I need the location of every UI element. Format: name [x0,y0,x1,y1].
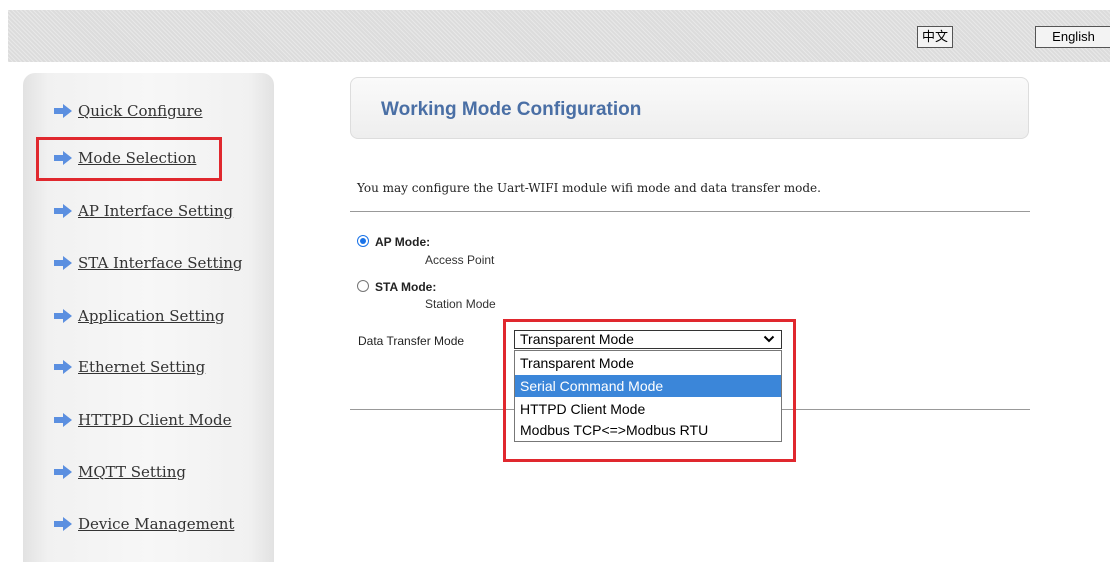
page-title: Working Mode Configuration [381,99,642,120]
page-description: You may configure the Uart-WIFI module w… [357,181,821,195]
dropdown-highlight [503,319,796,462]
sidebar-item-device-management[interactable]: Device Management [53,514,234,534]
sta-mode-radio[interactable] [357,280,369,292]
ap-mode-sublabel: Access Point [425,253,495,267]
arrow-right-icon [54,413,72,427]
language-english-button[interactable]: English [1035,26,1110,48]
page-title-panel: Working Mode Configuration [350,77,1029,139]
sidebar-item-label: AP Interface Setting [78,202,234,220]
divider [350,211,1030,212]
arrow-right-icon [54,256,72,270]
arrow-right-icon [54,360,72,374]
sidebar-item-quick-configure[interactable]: Quick Configure [53,101,203,121]
sta-mode-label: STA Mode: [375,280,437,294]
arrow-right-icon [54,104,72,118]
arrow-right-icon [54,517,72,531]
sidebar-item-mqtt[interactable]: MQTT Setting [53,462,186,482]
sidebar-item-label: Application Setting [78,307,225,325]
sidebar-item-label: Quick Configure [78,102,203,120]
sidebar-item-label: MQTT Setting [78,463,186,481]
sidebar-item-httpd-client[interactable]: HTTPD Client Mode [53,410,232,430]
mode-selection-highlight [36,137,222,181]
sta-mode-sublabel: Station Mode [425,297,496,311]
sidebar-item-sta-interface[interactable]: STA Interface Setting [53,253,243,273]
sidebar-item-application[interactable]: Application Setting [53,306,225,326]
data-transfer-mode-label: Data Transfer Mode [358,334,465,348]
sidebar-item-ap-interface[interactable]: AP Interface Setting [53,201,233,221]
sidebar-item-label: HTTPD Client Mode [78,411,232,429]
ap-mode-radio[interactable] [357,235,369,247]
ap-mode-label: AP Mode: [375,235,431,249]
arrow-right-icon [54,204,72,218]
language-chinese-button[interactable]: 中文 [917,26,953,48]
sidebar-item-ethernet[interactable]: Ethernet Setting [53,357,205,377]
sidebar-item-label: Device Management [78,515,235,533]
sidebar-item-label: STA Interface Setting [78,254,243,272]
arrow-right-icon [54,309,72,323]
sidebar-item-label: Ethernet Setting [78,358,206,376]
arrow-right-icon [54,465,72,479]
